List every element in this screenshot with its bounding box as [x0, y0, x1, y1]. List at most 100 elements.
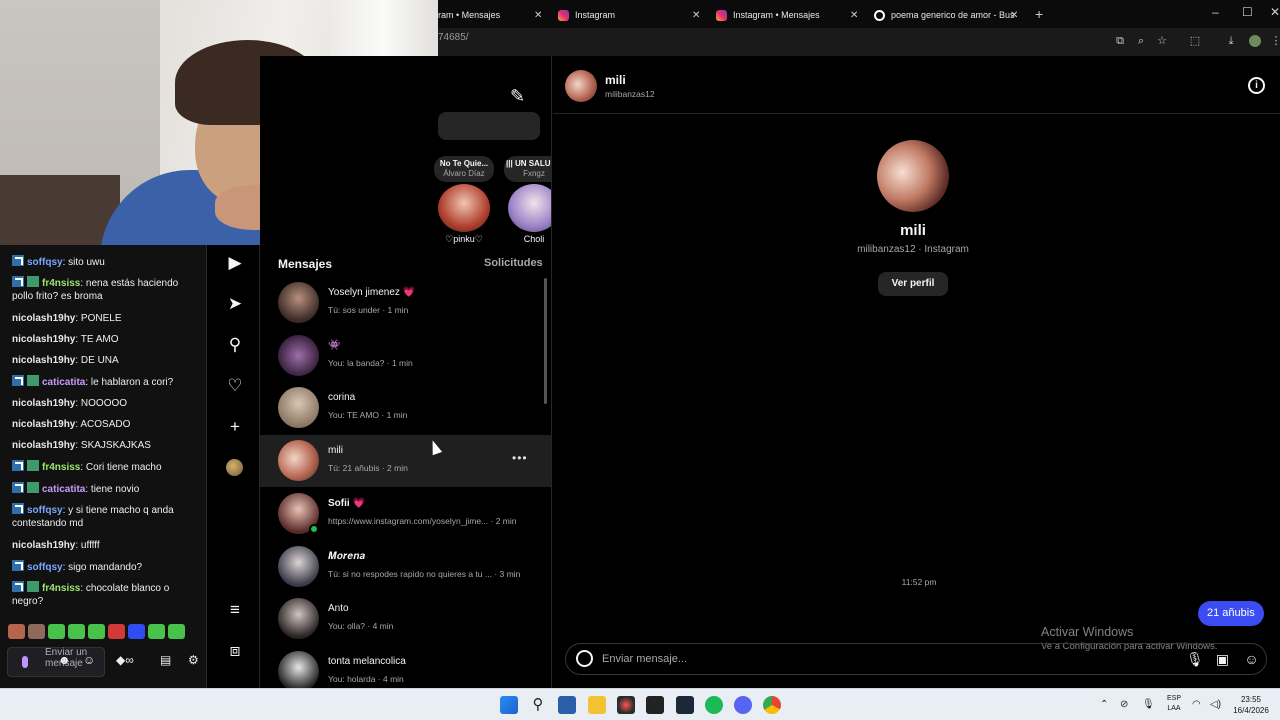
chat-username[interactable]: nicolash19hy — [12, 540, 75, 551]
thread-row[interactable]: 👾 You: la banda? · 1 min — [260, 330, 551, 382]
chat-username[interactable]: fr4nsiss — [42, 278, 80, 289]
view-profile-button[interactable]: Ver perfil — [878, 272, 948, 296]
notifications-heart-icon[interactable]: ♡ — [225, 376, 245, 396]
mic-icon[interactable] — [22, 656, 28, 668]
bits-icon[interactable]: ◆∞ — [116, 653, 134, 667]
emote-icon[interactable] — [128, 624, 145, 639]
profile-avatar[interactable] — [1249, 35, 1261, 47]
direct-messages-icon[interactable]: ➤ — [225, 294, 245, 314]
wifi-icon[interactable]: ◠ — [1192, 699, 1201, 710]
thread-row[interactable]: 𝑴𝒐𝒓𝒆𝒏𝒂 Tú: si no respodes rapido no quier… — [260, 541, 551, 593]
new-tab-button[interactable]: + — [1035, 6, 1043, 22]
chat-username[interactable]: nicolash19hy — [12, 355, 75, 366]
install-app-icon[interactable]: ⧉ — [1114, 35, 1126, 47]
discord-icon[interactable] — [734, 696, 752, 714]
microphone-icon[interactable]: 🎙 — [1186, 651, 1204, 668]
menu-kebab-icon[interactable]: ⋮ — [1270, 35, 1280, 47]
chat-username[interactable]: nicolash19hy — [12, 398, 75, 409]
spotify-icon[interactable] — [705, 696, 723, 714]
clock[interactable]: 23:55 16/4/2026 — [1226, 694, 1276, 716]
create-plus-icon[interactable]: + — [225, 417, 245, 437]
reels-icon[interactable]: ▶ — [225, 253, 245, 273]
mic-tray-icon[interactable]: 🎙 — [1142, 699, 1155, 710]
chat-username[interactable]: nicolash19hy — [12, 334, 75, 345]
smile-icon[interactable]: ☺ — [83, 653, 95, 667]
emote-icon[interactable] — [108, 624, 125, 639]
search-icon[interactable]: ⚲ — [225, 335, 245, 355]
more-menu-icon[interactable]: ≡ — [225, 600, 245, 620]
thread-row[interactable]: Anto You: olla? · 4 min — [260, 593, 551, 645]
browser-tab[interactable]: poema generico de amor - Bus ✕ — [874, 4, 1018, 26]
close-icon[interactable]: ✕ — [1010, 10, 1018, 21]
close-icon[interactable]: ✕ — [692, 10, 700, 21]
thread-row[interactable]: tonta melancolica You: holarda · 4 min — [260, 646, 551, 688]
browser-tab[interactable]: Instagram • Mensajes ✕ — [716, 4, 858, 26]
outgoing-message[interactable]: 21 añubis — [1198, 601, 1264, 626]
minimize-button[interactable]: – — [1212, 5, 1219, 19]
close-icon[interactable]: ✕ — [534, 10, 542, 21]
profile-avatar[interactable] — [877, 140, 949, 212]
start-windows-icon[interactable] — [500, 696, 518, 714]
emote-icon[interactable] — [148, 624, 165, 639]
sticker-icon[interactable]: ☺ — [1243, 651, 1260, 668]
file-explorer-icon[interactable] — [588, 696, 606, 714]
chat-username[interactable]: fr4nsiss — [42, 583, 80, 594]
volume-icon[interactable]: ◁) — [1210, 699, 1221, 710]
chat-username[interactable]: caticatita — [42, 377, 85, 388]
profile-avatar[interactable] — [226, 459, 243, 476]
message-input[interactable]: Enviar mensaje... 🎙 ▣ ☺ — [565, 643, 1267, 675]
note-item[interactable]: ||| UN SALUD... Fxngz Choli — [504, 156, 551, 244]
chat-username[interactable]: soffqsy — [27, 505, 63, 516]
chat-username[interactable]: caticatita — [42, 484, 85, 495]
emote-icon[interactable] — [28, 624, 45, 639]
emote-icon[interactable] — [48, 624, 65, 639]
store-icon[interactable]: ▤ — [160, 653, 171, 667]
emote-picker-icon[interactable]: ☻ — [58, 653, 71, 667]
emote-icon[interactable] — [8, 624, 25, 639]
tray-chevron-icon[interactable]: ⌃ — [1100, 699, 1108, 710]
settings-gear-icon[interactable]: ⚙ — [188, 653, 199, 667]
address-bar[interactable]: 74685/ — [438, 32, 469, 43]
thread-row[interactable]: corina You: TE AMO · 1 min — [260, 382, 551, 434]
widgets-icon[interactable] — [558, 696, 576, 714]
conversation-name[interactable]: mili — [605, 73, 626, 87]
emote-icon[interactable] — [88, 624, 105, 639]
chat-username[interactable]: soffqsy — [27, 562, 63, 573]
close-window-button[interactable]: ✕ — [1270, 5, 1280, 19]
chat-username[interactable]: soffqsy — [27, 257, 63, 268]
chat-username[interactable]: nicolash19hy — [12, 419, 75, 430]
language-indicator[interactable]: ESP LAA — [1163, 694, 1185, 714]
scrollbar[interactable] — [544, 278, 547, 404]
chat-username[interactable]: nicolash19hy — [12, 440, 75, 451]
bookmark-star-icon[interactable]: ☆ — [1156, 35, 1168, 47]
download-icon[interactable]: ⤓ — [1225, 35, 1237, 47]
thread-row[interactable]: Yoselyn jimenez 💗 Tú: sos under · 1 min — [260, 277, 551, 329]
maximize-button[interactable]: ☐ — [1242, 5, 1253, 19]
image-icon[interactable]: ▣ — [1214, 651, 1231, 668]
conversation-avatar[interactable] — [565, 70, 597, 102]
thread-row[interactable]: mili Tú: 21 añubis · 2 min ••• — [260, 435, 551, 488]
chat-username[interactable]: fr4nsiss — [42, 462, 80, 473]
epic-games-icon[interactable] — [646, 696, 664, 714]
note-item[interactable]: No Te Quie... Álvaro Díaz ♡pinku♡ — [434, 156, 494, 245]
search-input[interactable] — [438, 112, 540, 140]
thread-row[interactable]: Sofii 💗 https://www.instagram.com/yoselyn… — [260, 488, 551, 540]
meta-apps-icon[interactable]: ⧈ — [225, 641, 245, 661]
more-options-icon[interactable]: ••• — [512, 451, 528, 465]
emote-icon[interactable] — [68, 624, 85, 639]
chat-username[interactable]: nicolash19hy — [12, 313, 75, 324]
close-icon[interactable]: ✕ — [850, 10, 858, 21]
search-icon[interactable]: ⚲ — [529, 696, 547, 714]
requests-link[interactable]: Solicitudes — [484, 257, 543, 269]
browser-tab[interactable]: ram • Mensajes ✕ — [438, 4, 542, 26]
browser-tab[interactable]: Instagram ✕ — [558, 4, 700, 26]
extensions-icon[interactable]: ⬚ — [1189, 35, 1201, 47]
zoom-icon[interactable]: ⌕ — [1135, 35, 1147, 47]
chrome-icon[interactable] — [763, 696, 781, 714]
steam-icon[interactable] — [676, 696, 694, 714]
info-icon[interactable]: i — [1248, 77, 1265, 94]
emoji-icon[interactable] — [576, 650, 593, 667]
compose-icon[interactable]: ✎ — [510, 86, 525, 107]
network-off-icon[interactable]: ⊘ — [1120, 699, 1128, 710]
emote-icon[interactable] — [168, 624, 185, 639]
